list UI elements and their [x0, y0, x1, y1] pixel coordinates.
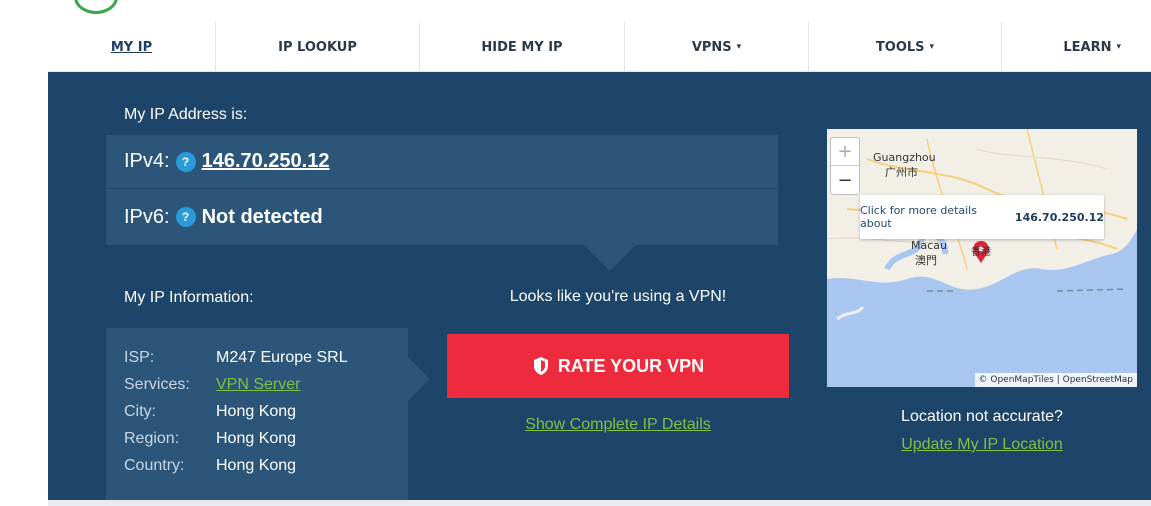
location-map[interactable]: + − Guangzhou 广州市 Macau 澳門 香港 Click for … — [827, 129, 1137, 387]
info-value: Hong Kong — [216, 403, 297, 420]
map-label-hongkong-cn: 香港 — [971, 247, 991, 258]
ip-heading: My IP Address is: — [124, 106, 248, 123]
info-value: M247 Europe SRL — [216, 349, 348, 366]
info-key: Region: — [124, 430, 180, 447]
ip-address-box: IPv4: ? 146.70.250.12 IPv6: ? Not detect… — [106, 135, 778, 245]
nav-item-learn[interactable]: LEARN ▾ — [1002, 22, 1151, 72]
nav-label: LEARN — [1063, 39, 1112, 55]
ipv4-value-link[interactable]: 146.70.250.12 — [202, 150, 330, 173]
chevron-down-icon: ▾ — [1116, 42, 1121, 52]
chevron-down-icon: ▾ — [736, 42, 742, 52]
main-nav: MY IP IP LOOKUP HIDE MY IP VPNS ▾ TOOLS … — [48, 22, 1151, 72]
chevron-down-icon: ▾ — [929, 42, 935, 52]
info-value: Hong Kong — [216, 457, 297, 474]
nav-label: MY IP — [110, 39, 153, 55]
info-row-city: City: Hong Kong — [124, 403, 296, 425]
map-label-guangzhou: Guangzhou — [873, 151, 936, 164]
ipv6-label: IPv6: — [124, 205, 170, 228]
info-row-isp: ISP: M247 Europe SRL — [124, 349, 348, 371]
ipv6-row: IPv6: ? Not detected — [106, 190, 778, 244]
info-row-services: Services: VPN Server — [124, 376, 300, 398]
vpn-detected-message: Looks like you're using a VPN! — [509, 288, 727, 305]
ipv6-value: Not detected — [201, 205, 323, 228]
top-strip — [0, 0, 1151, 22]
nav-item-hide-my-ip[interactable]: HIDE MY IP — [420, 22, 625, 72]
show-ip-details-link[interactable]: Show Complete IP Details — [446, 416, 790, 434]
nav-item-ip-lookup[interactable]: IP LOOKUP — [216, 22, 420, 72]
nav-item-tools[interactable]: TOOLS ▾ — [809, 22, 1002, 72]
ipv4-label: IPv4: — [124, 150, 170, 172]
nav-label: HIDE MY IP — [481, 39, 563, 55]
map-label-macau-cn: 澳門 — [915, 254, 937, 267]
site-logo-icon[interactable] — [74, 0, 118, 14]
rate-vpn-label: RATE YOUR VPN — [557, 355, 705, 376]
popup-ip: 146.70.250.12 — [1014, 210, 1104, 224]
update-location-link[interactable]: Update My IP Location — [827, 436, 1137, 454]
zoom-out-button[interactable]: − — [831, 166, 859, 194]
info-key: ISP: — [124, 349, 155, 366]
callout-pointer — [584, 245, 636, 271]
help-icon[interactable]: ? — [175, 207, 196, 227]
rate-vpn-button[interactable]: RATE YOUR VPN — [447, 334, 789, 398]
info-row-region: Region: Hong Kong — [124, 430, 296, 452]
map-attribution[interactable]: © OpenMapTiles | OpenStreetMap — [974, 373, 1137, 387]
ip-info-box: ISP: M247 Europe SRL Services: VPN Serve… — [106, 328, 408, 500]
shield-icon — [532, 356, 550, 376]
nav-item-my-ip[interactable]: MY IP — [48, 22, 216, 72]
services-link[interactable]: VPN Server — [216, 376, 300, 398]
nav-label: IP LOOKUP — [278, 39, 357, 55]
info-heading: My IP Information: — [124, 289, 254, 306]
bottom-strip — [48, 500, 1151, 506]
info-row-country: Country: Hong Kong — [124, 457, 296, 479]
left-gutter — [0, 22, 48, 506]
map-label-guangzhou-cn: 广州市 — [885, 166, 918, 179]
info-key: City: — [124, 403, 156, 420]
popup-text: Click for more details about — [860, 204, 977, 230]
nav-label: VPNS — [691, 39, 732, 55]
info-value: Hong Kong — [216, 430, 297, 447]
map-zoom-controls: + − — [830, 137, 860, 195]
map-popup[interactable]: Click for more details about 146.70.250.… — [860, 195, 1104, 239]
ipv4-row: IPv4: ? 146.70.250.12 — [106, 135, 778, 189]
info-pointer — [408, 357, 430, 401]
help-icon[interactable]: ? — [175, 151, 196, 172]
nav-item-vpns[interactable]: VPNS ▾ — [625, 22, 809, 72]
info-key: Services: — [124, 376, 190, 393]
ip-panel: My IP Address is: IPv4: ? 146.70.250.12 … — [48, 72, 1151, 500]
map-background — [827, 129, 1137, 387]
map-label-macau: Macau — [911, 239, 947, 252]
zoom-in-button[interactable]: + — [831, 138, 859, 166]
info-key: Country: — [124, 457, 185, 474]
location-message: Location not accurate? — [901, 408, 1063, 425]
nav-label: TOOLS — [875, 39, 925, 55]
